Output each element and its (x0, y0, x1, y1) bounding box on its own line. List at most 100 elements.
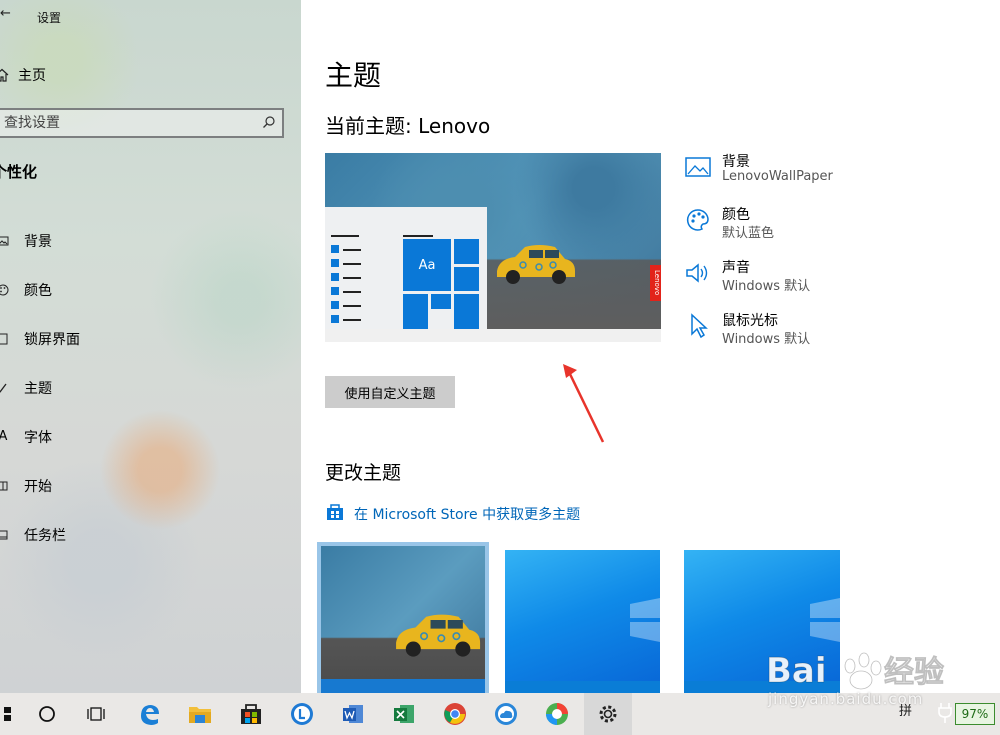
attr-color[interactable]: 颜色 默认蓝色 (684, 203, 984, 256)
menu-square (331, 259, 339, 267)
back-arrow-icon[interactable]: ← (0, 6, 11, 21)
preview-tile (454, 294, 479, 329)
font-icon: A (0, 429, 8, 444)
start-icon (0, 480, 10, 492)
attr-value: Windows 默认 (722, 332, 811, 347)
cloud-app-icon[interactable] (482, 693, 530, 735)
settings-sidebar: ← 设置 主页 个性化 背景 颜色 锁屏界面 主题 A (0, 0, 301, 693)
lenovo-l-icon[interactable] (278, 693, 326, 735)
menu-line (343, 263, 361, 265)
lenovo-brand-tag: Lenovo (650, 265, 661, 301)
search-box[interactable] (0, 108, 284, 138)
page-title: 主题 (325, 59, 382, 92)
preview-tile (454, 239, 479, 264)
theme-thumb-windows[interactable] (505, 550, 660, 693)
palette-icon (0, 284, 10, 296)
sidebar-item-themes[interactable]: 主题 (0, 363, 301, 412)
sidebar-home[interactable]: 主页 (0, 63, 46, 87)
excel-icon[interactable] (380, 693, 428, 735)
svg-text:经验: 经验 (884, 655, 944, 690)
window-title: 设置 (37, 11, 62, 25)
lock-screen-icon (0, 333, 10, 345)
search-input[interactable] (4, 115, 244, 131)
search-icon[interactable] (262, 114, 276, 133)
sidebar-item-label: 任务栏 (24, 527, 66, 544)
sidebar-item-label: 锁屏界面 (24, 331, 80, 348)
menu-square (331, 315, 339, 323)
sidebar-item-lock-screen[interactable]: 锁屏界面 (0, 314, 301, 363)
theme-settings-page: 主题 当前主题: Lenovo Aa Lenovo 背景 LenovoWallP… (301, 0, 1000, 693)
store-link-label: 在 Microsoft Store 中获取更多主题 (354, 507, 581, 523)
chrome-icon[interactable] (431, 693, 479, 735)
menu-square (331, 273, 339, 281)
word-icon[interactable] (329, 693, 377, 735)
preview-tile (403, 294, 428, 329)
picture-icon (0, 235, 10, 247)
theme-thumb-bar (321, 679, 485, 693)
attr-title: 鼠标光标 (722, 313, 778, 329)
sidebar-item-label: 字体 (24, 429, 52, 446)
preview-tile (454, 267, 479, 291)
task-view-icon[interactable] (72, 693, 120, 735)
preview-start-menu: Aa (325, 207, 487, 329)
theme-thumb-lenovo[interactable] (317, 542, 489, 693)
sidebar-nav: 背景 颜色 锁屏界面 主题 A 字体 开始 任务栏 (0, 216, 301, 559)
current-theme-heading: 当前主题: Lenovo (325, 114, 491, 138)
preview-tile-aa: Aa (403, 239, 451, 291)
sidebar-item-label: 颜色 (24, 282, 52, 299)
attr-background[interactable]: 背景 LenovoWallPaper (684, 150, 984, 203)
use-custom-theme-button[interactable]: 使用自定义主题 (325, 376, 455, 408)
menu-line (343, 291, 361, 293)
theme-thumb-image (321, 546, 485, 693)
menu-square (331, 301, 339, 309)
yellow-car-image (497, 245, 575, 284)
sidebar-item-label: 主题 (24, 380, 52, 397)
settings-gear-icon[interactable] (584, 693, 632, 735)
theme-thumb-image (505, 550, 660, 693)
preview-tile (431, 294, 451, 309)
menu-line (331, 235, 359, 237)
cursor-icon (684, 313, 712, 339)
red-annotation-arrow (563, 364, 605, 443)
home-icon (0, 67, 16, 83)
watermark-url: jingyan.baidu.com (768, 690, 924, 708)
taskbar-icon (0, 529, 10, 541)
menu-line (343, 319, 361, 321)
store-icon[interactable] (227, 693, 275, 735)
preview-bottom-strip (325, 329, 661, 342)
attr-value: 默认蓝色 (722, 226, 775, 241)
store-bag-icon (325, 502, 345, 526)
sidebar-item-colors[interactable]: 颜色 (0, 265, 301, 314)
change-theme-heading: 更改主题 (325, 462, 402, 484)
theme-thumb-bar (505, 681, 660, 693)
browser-app-icon[interactable] (533, 693, 581, 735)
speaker-icon (684, 260, 712, 286)
theme-attributes: 背景 LenovoWallPaper 颜色 默认蓝色 声音 Windows 默认… (684, 150, 984, 362)
menu-line (343, 305, 361, 307)
attr-sound[interactable]: 声音 Windows 默认 (684, 256, 984, 309)
sidebar-item-fonts[interactable]: A 字体 (0, 412, 301, 461)
palette-icon (684, 207, 712, 233)
sidebar-item-background[interactable]: 背景 (0, 216, 301, 265)
attr-title: 颜色 (722, 207, 750, 223)
attr-title: 声音 (722, 260, 750, 276)
sidebar-item-taskbar[interactable]: 任务栏 (0, 510, 301, 559)
attr-value: Windows 默认 (722, 279, 811, 294)
search-circle-icon[interactable] (23, 693, 71, 735)
menu-line (403, 235, 433, 237)
picture-icon (684, 154, 712, 180)
windows-logo-light (630, 598, 660, 642)
sidebar-item-start[interactable]: 开始 (0, 461, 301, 510)
svg-text:Bai: Bai (766, 651, 827, 691)
menu-square (331, 287, 339, 295)
menu-line (343, 249, 361, 251)
store-themes-link[interactable]: 在 Microsoft Store 中获取更多主题 (325, 502, 580, 526)
sidebar-home-label: 主页 (18, 68, 46, 84)
attr-cursor[interactable]: 鼠标光标 Windows 默认 (684, 309, 984, 362)
attr-value: LenovoWallPaper (722, 169, 833, 184)
theme-icon (0, 382, 10, 394)
file-explorer-icon[interactable] (176, 693, 224, 735)
menu-square (331, 245, 339, 253)
sidebar-section-title: 个性化 (0, 163, 38, 181)
edge-icon[interactable] (125, 693, 173, 735)
